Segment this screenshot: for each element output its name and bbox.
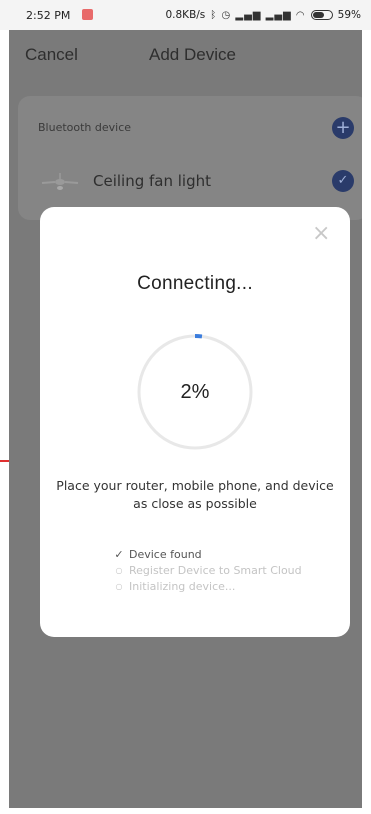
card-header: Bluetooth device xyxy=(38,121,132,134)
pending-dot-icon: ○ xyxy=(115,566,123,575)
step-label: Register Device to Smart Cloud xyxy=(129,564,302,577)
progress-percent: 2% xyxy=(180,381,210,403)
status-time: 2:52 PM xyxy=(26,9,71,22)
status-indicators: 0.8KB/s ᛒ ◷ ▂▄▆ ▂▄▆ ◠ 59% xyxy=(165,9,361,21)
right-edge xyxy=(362,30,371,814)
network-speed: 0.8KB/s xyxy=(165,9,206,21)
page-title: Add Device xyxy=(149,45,236,64)
wifi-icon: ◠ xyxy=(295,9,306,21)
battery-icon xyxy=(310,10,333,20)
notification-icon xyxy=(82,9,93,20)
alarm-icon: ◷ xyxy=(221,9,232,21)
screen: 2:52 PM 0.8KB/s ᛒ ◷ ▂▄▆ ▂▄▆ ◠ 59% Cancel… xyxy=(0,0,371,814)
ceiling-fan-icon xyxy=(41,173,79,190)
status-bar: 2:52 PM 0.8KB/s ᛒ ◷ ▂▄▆ ▂▄▆ ◠ 59% xyxy=(0,0,371,30)
cancel-button[interactable]: Cancel xyxy=(25,45,78,65)
signal-icon: ▂▄▆ xyxy=(235,9,262,21)
step-device-found: ✓ Device found xyxy=(112,547,332,563)
close-icon[interactable]: × xyxy=(312,223,330,245)
step-label: Initializing device... xyxy=(129,580,236,593)
step-label: Device found xyxy=(129,548,202,561)
connecting-dialog: × Connecting... 2% Place your router, mo… xyxy=(40,207,350,637)
annotation-arrow xyxy=(0,460,9,462)
bluetooth-device-card: Bluetooth device + Ceiling fan light ✓ xyxy=(18,96,368,220)
plus-circle-icon[interactable]: + xyxy=(332,117,354,139)
step-initializing: ○ Initializing device... xyxy=(112,579,332,595)
bottom-edge xyxy=(0,808,371,814)
bluetooth-icon: ᛒ xyxy=(210,9,218,21)
connectivity-icons: ᛒ ◷ ▂▄▆ ▂▄▆ ◠ xyxy=(210,10,305,21)
connection-steps: ✓ Device found ○ Register Device to Smar… xyxy=(112,547,332,595)
pending-dot-icon: ○ xyxy=(115,582,123,591)
step-register-cloud: ○ Register Device to Smart Cloud xyxy=(112,563,332,579)
battery-percent: 59% xyxy=(337,9,361,21)
device-name[interactable]: Ceiling fan light xyxy=(93,172,211,190)
signal-icon: ▂▄▆ xyxy=(265,9,292,21)
dialog-title: Connecting... xyxy=(137,273,253,294)
placement-hint: Place your router, mobile phone, and dev… xyxy=(56,478,334,511)
check-circle-icon[interactable]: ✓ xyxy=(332,170,354,192)
check-icon: ✓ xyxy=(114,548,124,561)
